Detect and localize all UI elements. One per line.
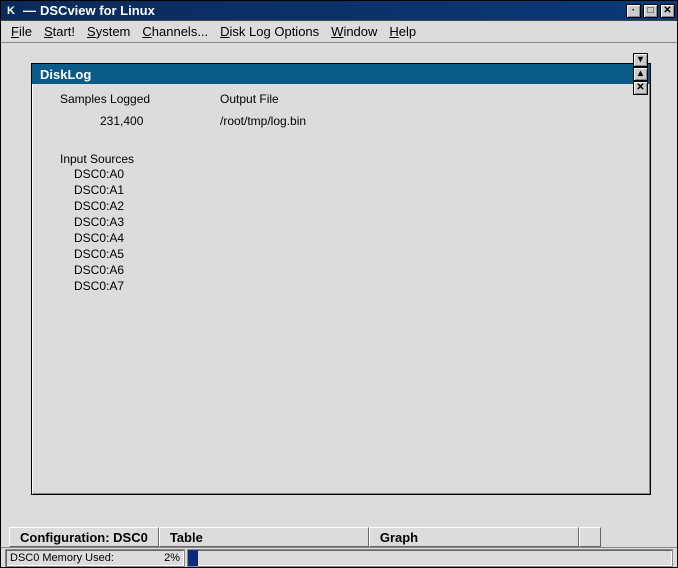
minimize-icon[interactable]: · bbox=[626, 4, 641, 18]
disklog-window: DiskLog ▾ ▴ ✕ Samples Logged Output File… bbox=[31, 63, 651, 495]
input-sources-list: DSC0:A0DSC0:A1DSC0:A2DSC0:A3DSC0:A4DSC0:… bbox=[74, 166, 634, 294]
tab-overflow bbox=[579, 527, 601, 547]
input-source-item: DSC0:A7 bbox=[74, 278, 634, 294]
menu-window-label: indow bbox=[343, 24, 377, 39]
tab-configuration-label: Configuration: DSC0 bbox=[20, 530, 148, 545]
window-title-text: DSCview for Linux bbox=[40, 3, 626, 18]
client-area: DiskLog ▾ ▴ ✕ Samples Logged Output File… bbox=[1, 43, 677, 525]
menu-help-label: elp bbox=[399, 24, 416, 39]
title-bar: K — DSCview for Linux · □ ✕ bbox=[1, 1, 677, 21]
menu-bar: File Start! System Channels... Disk Log … bbox=[1, 21, 677, 43]
input-source-item: DSC0:A6 bbox=[74, 262, 634, 278]
menu-start-label: tart! bbox=[53, 24, 75, 39]
disklog-title-bar: DiskLog ▾ ▴ ✕ bbox=[32, 64, 650, 84]
restore-icon[interactable]: ▴ bbox=[633, 67, 648, 81]
input-source-item: DSC0:A4 bbox=[74, 230, 634, 246]
input-source-item: DSC0:A2 bbox=[74, 198, 634, 214]
input-source-item: DSC0:A1 bbox=[74, 182, 634, 198]
menu-start[interactable]: Start! bbox=[40, 22, 79, 41]
menu-window[interactable]: Window bbox=[327, 22, 381, 41]
inner-close-icon[interactable]: ✕ bbox=[633, 81, 648, 95]
input-source-item: DSC0:A0 bbox=[74, 166, 634, 182]
main-window: K — DSCview for Linux · □ ✕ File Start! … bbox=[0, 0, 678, 568]
status-label: DSC0 Memory Used: 2% bbox=[5, 549, 185, 567]
tab-table[interactable]: Table bbox=[159, 527, 369, 547]
menu-file-label: ile bbox=[19, 24, 32, 39]
menu-help[interactable]: Help bbox=[385, 22, 420, 41]
input-sources-label: Input Sources bbox=[60, 152, 634, 166]
menu-channels-label: hannels... bbox=[152, 24, 208, 39]
tab-graph[interactable]: Graph bbox=[369, 527, 579, 547]
memory-progress bbox=[187, 549, 673, 567]
close-icon[interactable]: ✕ bbox=[660, 4, 675, 18]
input-source-item: DSC0:A3 bbox=[74, 214, 634, 230]
app-icon: K bbox=[3, 3, 19, 19]
status-bar: DSC0 Memory Used: 2% bbox=[1, 547, 677, 567]
menu-system-label: ystem bbox=[96, 24, 131, 39]
menu-system[interactable]: System bbox=[83, 22, 134, 41]
window-title: — bbox=[23, 3, 36, 18]
menu-disk-log[interactable]: Disk Log Options bbox=[216, 22, 323, 41]
maximize-icon[interactable]: □ bbox=[643, 4, 658, 18]
tab-configuration[interactable]: Configuration: DSC0 bbox=[9, 527, 159, 547]
status-label-text: DSC0 Memory Used: bbox=[10, 552, 114, 564]
memory-progress-fill bbox=[188, 550, 198, 566]
menu-channels[interactable]: Channels... bbox=[138, 22, 212, 41]
tabs-bar: Configuration: DSC0 Table Graph bbox=[1, 525, 677, 547]
input-source-item: DSC0:A5 bbox=[74, 246, 634, 262]
output-file-label: Output File bbox=[220, 92, 279, 106]
menu-file[interactable]: File bbox=[7, 22, 36, 41]
output-file-value: /root/tmp/log.bin bbox=[220, 114, 306, 128]
samples-logged-value: 231,400 bbox=[60, 114, 220, 128]
disklog-title: DiskLog bbox=[40, 67, 91, 82]
tab-graph-label: Graph bbox=[380, 530, 418, 545]
menu-down-icon[interactable]: ▾ bbox=[633, 53, 648, 67]
samples-logged-label: Samples Logged bbox=[60, 92, 220, 106]
disklog-body: Samples Logged Output File 231,400 /root… bbox=[32, 84, 650, 302]
menu-disk-log-label: isk Log Options bbox=[230, 24, 320, 39]
tab-table-label: Table bbox=[170, 530, 203, 545]
status-pct-text: 2% bbox=[164, 552, 180, 564]
